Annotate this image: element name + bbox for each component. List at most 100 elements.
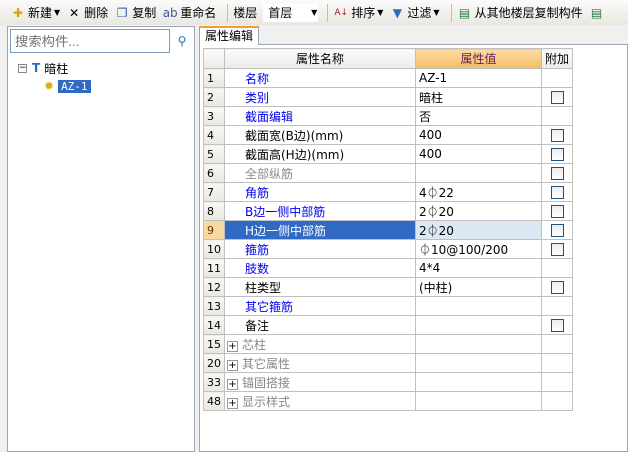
- expand-icon[interactable]: +: [227, 378, 238, 390]
- expand-icon[interactable]: +: [227, 359, 238, 371]
- table-row[interactable]: 9 H边一侧中部筋 2⏀20: [203, 220, 573, 240]
- property-value[interactable]: 400: [415, 125, 542, 145]
- row-number[interactable]: 33: [203, 372, 225, 392]
- table-row[interactable]: 6 全部纵筋: [203, 163, 573, 183]
- search-input[interactable]: [10, 29, 170, 53]
- property-name[interactable]: 备注: [224, 315, 416, 335]
- more-button[interactable]: ▤: [589, 5, 607, 21]
- property-value[interactable]: 否: [415, 106, 542, 126]
- table-row[interactable]: 11 肢数 4*4: [203, 258, 573, 278]
- property-name[interactable]: + 芯柱: [224, 334, 416, 354]
- property-name[interactable]: 名称: [224, 68, 416, 88]
- property-value[interactable]: 4*4: [415, 258, 542, 278]
- property-name[interactable]: B边一侧中部筋: [224, 201, 416, 221]
- property-value[interactable]: 2⏀20: [415, 220, 542, 240]
- attach-checkbox[interactable]: [551, 167, 564, 180]
- attach-checkbox[interactable]: [551, 129, 564, 142]
- property-value[interactable]: 4⏀22: [415, 182, 542, 202]
- row-number[interactable]: 14: [203, 315, 225, 335]
- table-row[interactable]: 8 B边一侧中部筋 2⏀20: [203, 201, 573, 221]
- expand-icon[interactable]: +: [227, 340, 238, 352]
- property-name[interactable]: 全部纵筋: [224, 163, 416, 183]
- row-number[interactable]: 3: [203, 106, 225, 126]
- property-value[interactable]: [415, 372, 542, 392]
- tree-node-root[interactable]: − T 暗柱: [18, 59, 91, 77]
- property-name[interactable]: 肢数: [224, 258, 416, 278]
- property-name[interactable]: H边一侧中部筋: [224, 220, 416, 240]
- attach-checkbox[interactable]: [551, 224, 564, 237]
- property-name[interactable]: + 锚固搭接: [224, 372, 416, 392]
- property-name[interactable]: 柱类型: [224, 277, 416, 297]
- attach-checkbox[interactable]: [551, 319, 564, 332]
- table-row[interactable]: 5 截面高(H边)(mm) 400: [203, 144, 573, 164]
- row-number[interactable]: 5: [203, 144, 225, 164]
- row-number[interactable]: 7: [203, 182, 225, 202]
- attach-checkbox[interactable]: [551, 243, 564, 256]
- row-number[interactable]: 20: [203, 353, 225, 373]
- property-value[interactable]: [415, 296, 542, 316]
- attach-checkbox[interactable]: [551, 205, 564, 218]
- property-value[interactable]: ⏀10@100/200: [415, 239, 542, 259]
- delete-button[interactable]: ✕ 删除: [66, 4, 108, 21]
- attach-checkbox[interactable]: [551, 91, 564, 104]
- table-row[interactable]: 48 + 显示样式: [203, 391, 573, 411]
- attach-checkbox[interactable]: [551, 281, 564, 294]
- property-value[interactable]: [415, 315, 542, 335]
- table-row[interactable]: 2 类别 暗柱: [203, 87, 573, 107]
- row-number[interactable]: 10: [203, 239, 225, 259]
- property-value[interactable]: 暗柱: [415, 87, 542, 107]
- table-row[interactable]: 10 箍筋 ⏀10@100/200: [203, 239, 573, 259]
- property-value[interactable]: AZ-1: [415, 68, 542, 88]
- table-row[interactable]: 1 名称 AZ-1: [203, 68, 573, 88]
- property-name[interactable]: 类别: [224, 87, 416, 107]
- rename-button[interactable]: ab 重命名: [162, 4, 217, 21]
- collapse-icon[interactable]: −: [18, 63, 27, 73]
- row-number[interactable]: 48: [203, 391, 225, 411]
- property-value[interactable]: [415, 334, 542, 354]
- property-name[interactable]: 角筋: [224, 182, 416, 202]
- tree-node-child[interactable]: ✹ AZ-1: [18, 77, 91, 95]
- property-name[interactable]: + 显示样式: [224, 391, 416, 411]
- property-value[interactable]: (中柱): [415, 277, 542, 297]
- table-row[interactable]: 3 截面编辑否: [203, 106, 573, 126]
- row-number[interactable]: 8: [203, 201, 225, 221]
- table-row[interactable]: 14 备注: [203, 315, 573, 335]
- table-row[interactable]: 20 + 其它属性: [203, 353, 573, 373]
- table-row[interactable]: 4 截面宽(B边)(mm) 400: [203, 125, 573, 145]
- attach-checkbox[interactable]: [551, 186, 564, 199]
- row-number[interactable]: 12: [203, 277, 225, 297]
- property-value[interactable]: [415, 391, 542, 411]
- floor-select[interactable]: 首层 ▼: [263, 3, 319, 22]
- row-number[interactable]: 4: [203, 125, 225, 145]
- property-value[interactable]: [415, 353, 542, 373]
- copy-from-floor-button[interactable]: ▤ 从其他楼层复制构件: [457, 4, 583, 21]
- row-number[interactable]: 2: [203, 87, 225, 107]
- attach-checkbox[interactable]: [551, 148, 564, 161]
- row-number[interactable]: 13: [203, 296, 225, 316]
- search-icon[interactable]: ⚲: [172, 30, 192, 52]
- table-row[interactable]: 15 + 芯柱: [203, 334, 573, 354]
- row-number[interactable]: 9: [203, 220, 225, 240]
- property-name[interactable]: 箍筋: [224, 239, 416, 259]
- row-number[interactable]: 1: [203, 68, 225, 88]
- expand-icon[interactable]: +: [227, 397, 238, 409]
- property-name[interactable]: 其它箍筋: [224, 296, 416, 316]
- row-number[interactable]: 11: [203, 258, 225, 278]
- property-value[interactable]: [415, 163, 542, 183]
- property-name[interactable]: 截面宽(B边)(mm): [224, 125, 416, 145]
- tab-property-edit[interactable]: 属性编辑: [199, 26, 260, 45]
- property-name[interactable]: 截面高(H边)(mm): [224, 144, 416, 164]
- property-value[interactable]: 400: [415, 144, 542, 164]
- copy-button[interactable]: ❐ 复制: [114, 4, 156, 21]
- table-row[interactable]: 33 + 锚固搭接: [203, 372, 573, 392]
- table-row[interactable]: 7 角筋 4⏀22: [203, 182, 573, 202]
- new-button[interactable]: ✚ 新建 ▼: [10, 4, 60, 21]
- row-number[interactable]: 15: [203, 334, 225, 354]
- table-row[interactable]: 12 柱类型 (中柱): [203, 277, 573, 297]
- property-value[interactable]: 2⏀20: [415, 201, 542, 221]
- row-number[interactable]: 6: [203, 163, 225, 183]
- table-row[interactable]: 13 其它箍筋: [203, 296, 573, 316]
- sort-button[interactable]: A↓ 排序 ▼: [333, 4, 383, 21]
- filter-button[interactable]: ▼ 过滤 ▼: [389, 4, 440, 21]
- property-name[interactable]: 截面编辑: [224, 106, 416, 126]
